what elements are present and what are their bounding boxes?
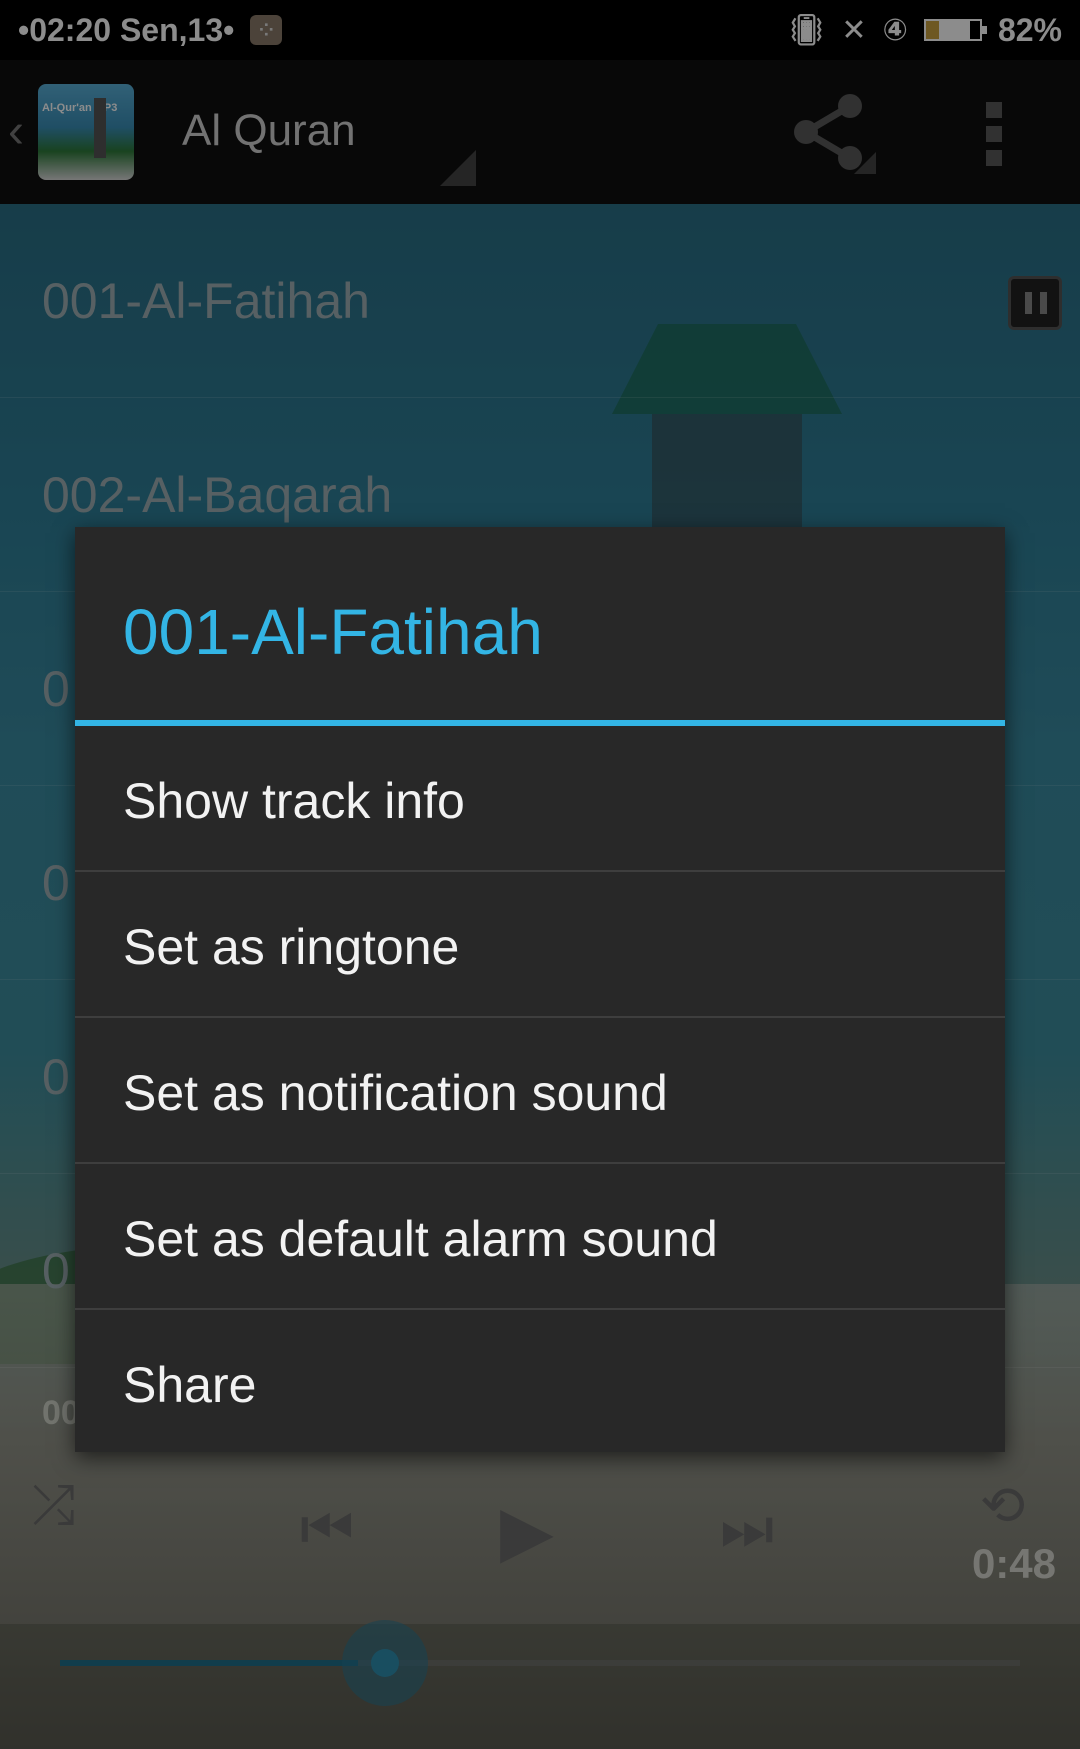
context-menu-dialog: 001-Al-Fatihah Show track info Set as ri… <box>75 527 1005 1452</box>
menu-item-label: Share <box>123 1357 257 1413</box>
menu-item-share[interactable]: Share <box>75 1310 1005 1456</box>
menu-item-label: Set as ringtone <box>123 919 460 975</box>
dialog-title: 001-Al-Fatihah <box>123 596 543 668</box>
menu-item-set-notification-sound[interactable]: Set as notification sound <box>75 1018 1005 1164</box>
menu-item-label: Set as default alarm sound <box>123 1211 718 1267</box>
menu-item-label: Set as notification sound <box>123 1065 668 1121</box>
menu-item-show-track-info[interactable]: Show track info <box>75 726 1005 872</box>
menu-item-set-ringtone[interactable]: Set as ringtone <box>75 872 1005 1018</box>
menu-item-label: Show track info <box>123 773 465 829</box>
menu-item-set-alarm-sound[interactable]: Set as default alarm sound <box>75 1164 1005 1310</box>
